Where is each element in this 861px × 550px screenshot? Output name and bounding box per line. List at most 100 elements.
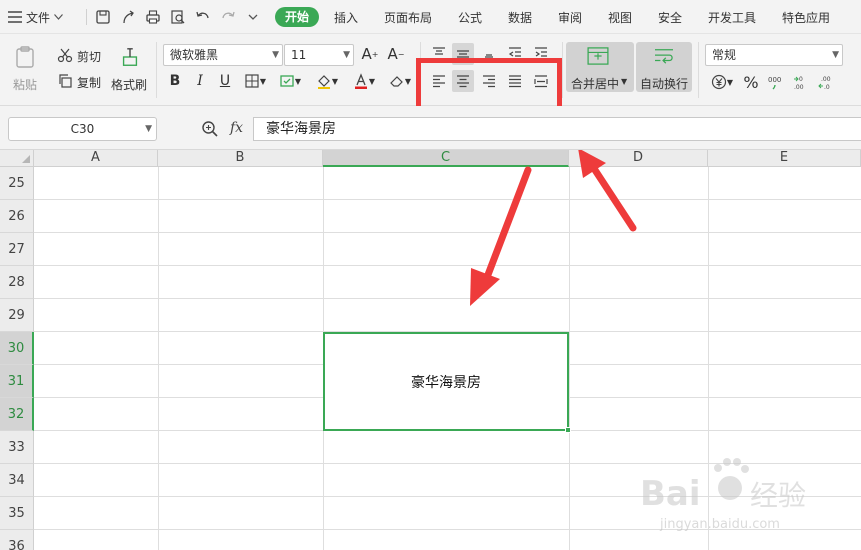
print-icon[interactable] bbox=[144, 8, 162, 26]
grid-line bbox=[34, 265, 861, 266]
formula-bar: C30 ▼ fx 豪华海景房 bbox=[0, 106, 861, 150]
tab-developer[interactable]: 开发工具 bbox=[708, 9, 756, 26]
bold-icon[interactable]: B bbox=[166, 72, 184, 90]
save-icon[interactable] bbox=[94, 8, 112, 26]
file-menu[interactable]: 文件 bbox=[8, 8, 63, 26]
chevron-down-icon: ▼ bbox=[145, 124, 152, 134]
merged-cell-c30-c32[interactable]: 豪华海景房 bbox=[323, 332, 569, 431]
decrease-font-icon[interactable]: A − bbox=[386, 44, 406, 64]
row-header-29[interactable]: 29 bbox=[0, 299, 34, 332]
tab-view[interactable]: 视图 bbox=[608, 9, 632, 26]
row-header-35[interactable]: 35 bbox=[0, 497, 34, 530]
tab-data[interactable]: 数据 bbox=[508, 9, 532, 26]
row-header-27[interactable]: 27 bbox=[0, 233, 34, 266]
grid-line bbox=[34, 199, 861, 200]
clear-format-icon[interactable]: ▼ bbox=[386, 72, 414, 90]
file-menu-label: 文件 bbox=[26, 10, 51, 25]
column-header-a[interactable]: A bbox=[34, 150, 158, 167]
name-box[interactable]: C30 ▼ bbox=[8, 117, 157, 141]
merged-cell-text: 豪华海景房 bbox=[411, 374, 481, 391]
insert-function-button[interactable]: fx bbox=[230, 120, 243, 136]
select-all-corner[interactable] bbox=[0, 150, 34, 167]
row-header-34[interactable]: 34 bbox=[0, 464, 34, 497]
font-size-select[interactable]: 11 ▼ bbox=[284, 44, 354, 66]
ribbon-divider bbox=[156, 42, 157, 98]
row-header-25[interactable]: 25 bbox=[0, 167, 34, 200]
tab-special-apps[interactable]: 特色应用 bbox=[782, 9, 830, 26]
scissors-icon[interactable] bbox=[56, 46, 74, 64]
ribbon-divider bbox=[562, 42, 563, 98]
italic-icon[interactable]: I bbox=[191, 72, 209, 90]
row-header-31[interactable]: 31 bbox=[0, 365, 34, 398]
column-header-d[interactable]: D bbox=[569, 150, 708, 167]
export-pdf-icon[interactable] bbox=[119, 8, 137, 26]
percent-button[interactable]: % bbox=[740, 71, 762, 93]
paste-button[interactable]: 粘贴 bbox=[13, 76, 37, 93]
grid-line bbox=[34, 232, 861, 233]
spreadsheet-grid[interactable]: A B C D E 25 26 27 28 29 30 31 32 33 34 35 36 豪华海景房… bbox=[0, 150, 861, 550]
column-header-e[interactable]: E bbox=[708, 150, 861, 167]
currency-icon[interactable]: ▼ bbox=[706, 72, 738, 92]
tab-home[interactable]: 开始 bbox=[275, 7, 320, 27]
watermark-brand: Bai bbox=[640, 474, 701, 514]
svg-text:.00: .00 bbox=[794, 84, 804, 90]
merge-center-label: 合并居中 bbox=[571, 77, 620, 91]
format-painter-button[interactable]: 格式刷 bbox=[111, 76, 147, 93]
borders-icon[interactable]: ▼ bbox=[242, 72, 268, 90]
svg-text:000: 000 bbox=[768, 76, 781, 84]
formula-input[interactable]: 豪华海景房 bbox=[253, 117, 861, 141]
grid-line bbox=[569, 167, 570, 550]
wrap-text-label: 自动换行 bbox=[640, 77, 689, 91]
column-header-b[interactable]: B bbox=[158, 150, 323, 167]
chevron-down-icon: ▼ bbox=[621, 77, 628, 86]
redo-icon[interactable] bbox=[219, 8, 237, 26]
decrease-decimal-icon[interactable]: .00.0 bbox=[817, 72, 839, 92]
row-header-30[interactable]: 30 bbox=[0, 332, 34, 365]
row-header-36[interactable]: 36 bbox=[0, 530, 34, 550]
chevron-down-icon bbox=[54, 14, 63, 20]
paw-logo-icon bbox=[714, 458, 749, 500]
row-header-32[interactable]: 32 bbox=[0, 398, 34, 431]
paste-icon[interactable] bbox=[10, 42, 40, 72]
cut-button[interactable]: 剪切 bbox=[77, 48, 101, 65]
hamburger-icon bbox=[8, 11, 22, 23]
number-format-value: 常规 bbox=[712, 48, 737, 62]
tab-insert[interactable]: 插入 bbox=[334, 9, 358, 26]
fill-color-icon[interactable]: ▼ bbox=[312, 72, 342, 90]
fill-handle[interactable] bbox=[565, 427, 571, 433]
column-header-c[interactable]: C bbox=[323, 150, 569, 167]
number-format-select[interactable]: 常规 ▼ bbox=[705, 44, 843, 66]
print-preview-icon[interactable] bbox=[169, 8, 187, 26]
format-painter-icon[interactable] bbox=[117, 44, 143, 70]
font-size-value: 11 bbox=[291, 48, 307, 62]
zoom-icon[interactable] bbox=[201, 120, 219, 138]
tab-security[interactable]: 安全 bbox=[658, 9, 682, 26]
baidu-jingyan-watermark: Bai 经验 jingyan.baidu.com bbox=[640, 458, 806, 532]
watermark-url: jingyan.baidu.com bbox=[659, 517, 780, 532]
increase-font-icon[interactable]: A + bbox=[360, 44, 380, 64]
thousands-separator-icon[interactable]: 000 bbox=[765, 72, 789, 92]
undo-icon[interactable] bbox=[194, 8, 212, 26]
font-name-select[interactable]: 微软雅黑 ▼ bbox=[163, 44, 283, 66]
copy-button[interactable]: 复制 bbox=[77, 74, 101, 91]
row-header-28[interactable]: 28 bbox=[0, 266, 34, 299]
cell-reference: C30 bbox=[70, 122, 95, 136]
ribbon-divider bbox=[698, 42, 699, 98]
increase-decimal-icon[interactable]: 0.00 bbox=[792, 72, 814, 92]
underline-icon[interactable]: U bbox=[216, 72, 234, 90]
customize-toolbar-icon[interactable] bbox=[244, 8, 262, 26]
font-name-value: 微软雅黑 bbox=[170, 48, 219, 62]
menu-bar: 文件 开始 插入 页面布局 公式 数据 审阅 视图 安全 开发工具 特色应用 bbox=[0, 0, 861, 34]
tab-page-layout[interactable]: 页面布局 bbox=[384, 9, 432, 26]
row-header-33[interactable]: 33 bbox=[0, 431, 34, 464]
tab-formulas[interactable]: 公式 bbox=[458, 9, 482, 26]
tab-review[interactable]: 审阅 bbox=[558, 9, 582, 26]
svg-text:.0: .0 bbox=[824, 84, 830, 90]
copy-icon[interactable] bbox=[56, 72, 74, 90]
row-header-26[interactable]: 26 bbox=[0, 200, 34, 233]
chevron-down-icon: ▼ bbox=[832, 50, 839, 60]
font-color-icon[interactable]: ▼ bbox=[350, 72, 378, 90]
cell-style-icon[interactable]: ▼ bbox=[276, 72, 304, 90]
chevron-down-icon: ▼ bbox=[343, 50, 350, 60]
svg-text:.00: .00 bbox=[821, 76, 831, 83]
